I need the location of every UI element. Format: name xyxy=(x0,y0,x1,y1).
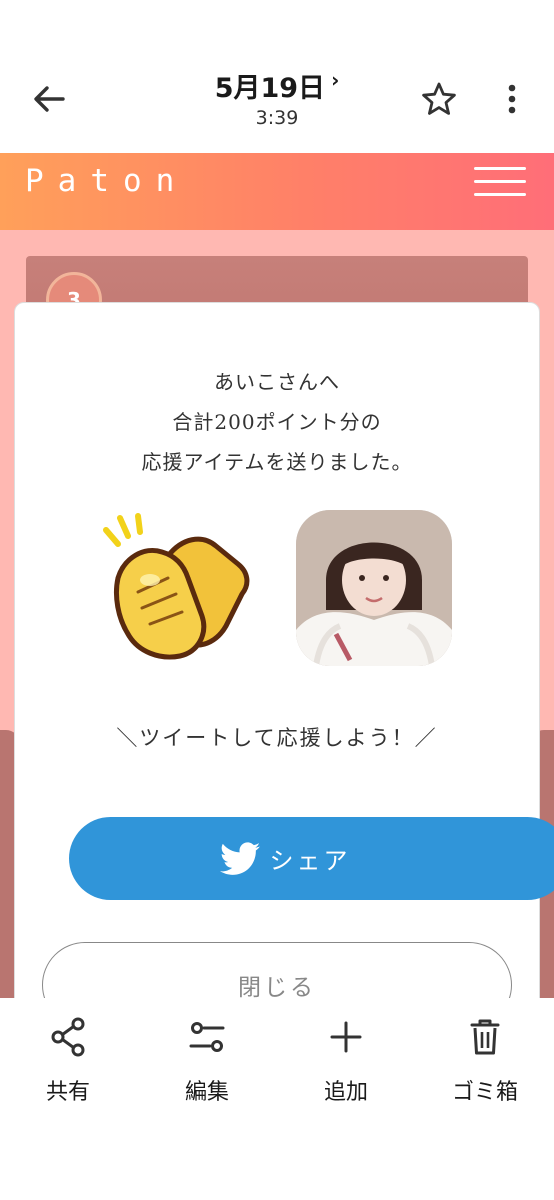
trash-icon xyxy=(470,1019,500,1055)
date-title[interactable]: 5月19日 › xyxy=(215,66,340,105)
viewer-top-bar: 5月19日 › 3:39 xyxy=(0,0,554,153)
add-tool-button[interactable]: 追加 xyxy=(291,1016,401,1106)
support-message: あいこさんへ 合計200ポイント分の 応援アイテムを送りました。 xyxy=(0,362,554,482)
favorite-button[interactable] xyxy=(420,80,458,118)
star-icon xyxy=(422,82,456,115)
more-options-button[interactable] xyxy=(500,82,524,116)
message-line-2: 合計200ポイント分の xyxy=(172,410,382,434)
hamburger-menu-icon[interactable] xyxy=(474,167,526,201)
trash-tool-button[interactable]: ゴミ箱 xyxy=(430,1016,540,1106)
plus-icon xyxy=(330,1021,362,1053)
paton-logo[interactable]: Paton xyxy=(25,163,188,199)
tweet-prompt: ＼ツイートして応援しよう！／ xyxy=(116,726,438,750)
share-button-label: シェア xyxy=(269,847,351,875)
site-header: Paton xyxy=(0,153,554,230)
date-time-header: 5月19日 › 3:39 xyxy=(0,66,554,130)
edit-tool-label: 編集 xyxy=(184,1080,229,1105)
user-avatar xyxy=(296,510,452,666)
twitter-share-button[interactable]: シェア xyxy=(69,817,554,900)
chevron-right-icon: › xyxy=(331,67,340,92)
adjust-sliders-icon xyxy=(189,1022,225,1052)
clapping-hands-icon xyxy=(98,508,258,668)
twitter-bird-icon xyxy=(219,841,260,875)
edit-tool-button[interactable]: 編集 xyxy=(152,1016,262,1106)
share-tool-label: 共有 xyxy=(45,1080,90,1105)
date-text: 5月19日 xyxy=(214,73,326,104)
trash-tool-label: ゴミ箱 xyxy=(451,1080,518,1105)
message-line-3: 応援アイテムを送りました。 xyxy=(141,450,413,474)
share-icon xyxy=(51,1017,85,1057)
add-tool-label: 追加 xyxy=(323,1080,368,1105)
time-text: 3:39 xyxy=(255,107,299,129)
close-button-label: 閉じる xyxy=(238,975,316,1001)
message-line-1: あいこさんへ xyxy=(214,370,340,394)
more-vertical-icon xyxy=(508,84,516,114)
share-tool-button[interactable]: 共有 xyxy=(13,1016,123,1106)
